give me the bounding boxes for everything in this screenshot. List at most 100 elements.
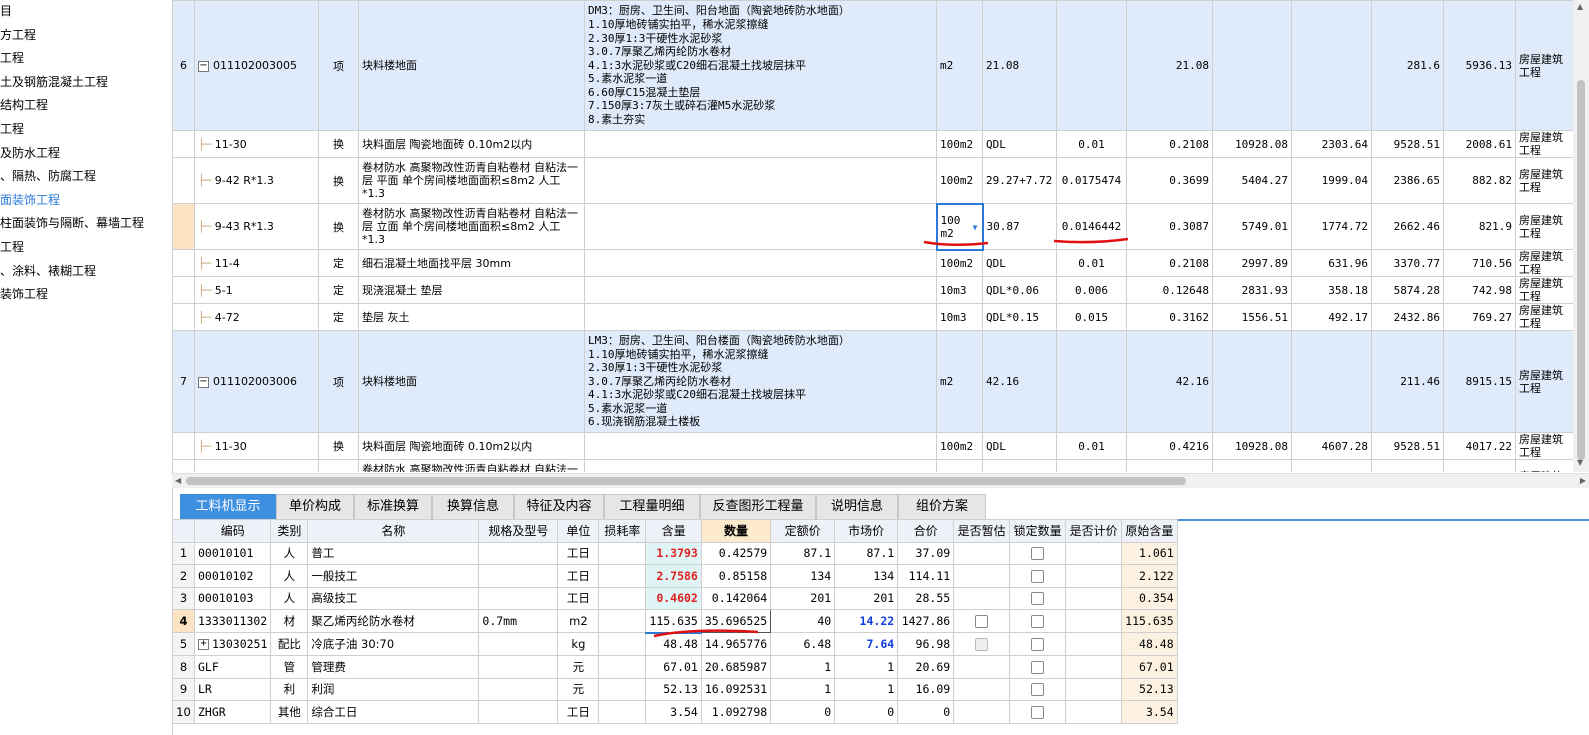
column-header[interactable]: 编码: [193, 519, 272, 543]
column-header[interactable]: 市场价: [834, 519, 899, 543]
quantity-value[interactable]: 1.092798: [700, 700, 772, 724]
quantity-expression[interactable]: 60.59+16.4: [982, 459, 1057, 472]
checkbox-icon[interactable]: [1031, 592, 1045, 606]
content-coefficient[interactable]: [1056, 330, 1127, 433]
item-unit[interactable]: 100m2: [936, 459, 983, 472]
is-priced[interactable]: [1065, 564, 1123, 588]
quantity-expression[interactable]: QDL: [982, 249, 1057, 277]
market-price[interactable]: 87.1: [834, 541, 899, 565]
checkbox-icon[interactable]: [975, 615, 989, 628]
checkbox-icon[interactable]: [1031, 547, 1045, 561]
content-coefficient[interactable]: 0.0182614: [1056, 459, 1127, 472]
is-provisional-checkbox[interactable]: [953, 586, 1011, 610]
resource-code[interactable]: 00010103: [193, 586, 272, 610]
content-value[interactable]: 2.7586: [645, 564, 702, 588]
bill-item-row[interactable]: 6−011102003005 项块料楼地面 DM3：厨房、卫生间、阳台地面（陶瓷地砖…: [172, 0, 1576, 131]
quota-row[interactable]: ├─ 9-43 R*1.3 换卷材防水 高聚物改性沥青自粘卷材 自粘法一层 立面 …: [172, 202, 1576, 251]
market-price[interactable]: 0: [834, 700, 899, 724]
is-priced[interactable]: [1065, 541, 1123, 565]
lock-quantity-checkbox[interactable]: [1009, 541, 1067, 565]
is-priced[interactable]: [1065, 700, 1123, 724]
tree-item[interactable]: 面装饰工程: [0, 189, 172, 213]
resource-code[interactable]: ZHGR: [193, 700, 272, 724]
column-header[interactable]: 是否计价: [1065, 519, 1123, 543]
resource-name[interactable]: 聚乙烯丙纶防水卷材: [307, 609, 480, 633]
resource-row[interactable]: 9 LR 利利润元 52.13 16.092531 1 1 16.09 52.13: [172, 677, 1178, 701]
lock-quantity-checkbox[interactable]: [1009, 586, 1067, 610]
resource-row[interactable]: 1 00010101 人普工 工日 1.3793 0.42579 87.1 87.1 37.09…: [172, 541, 1178, 565]
row-number[interactable]: 3: [172, 586, 195, 610]
item-unit[interactable]: m2: [936, 330, 983, 433]
loss-rate[interactable]: [598, 564, 647, 588]
content-value[interactable]: 115.635: [645, 609, 702, 634]
item-unit[interactable]: m2: [936, 0, 983, 131]
content-coefficient[interactable]: 0.0146442: [1056, 203, 1127, 250]
item-unit[interactable]: 100m2: [936, 432, 983, 460]
loss-rate[interactable]: [598, 609, 647, 633]
checkbox-icon[interactable]: [1031, 660, 1045, 674]
loss-rate[interactable]: [598, 655, 647, 679]
resource-spec[interactable]: [478, 541, 559, 565]
market-price[interactable]: 134: [834, 564, 899, 588]
lock-quantity-checkbox[interactable]: [1009, 677, 1067, 701]
vertical-scroll-thumb[interactable]: [1577, 80, 1585, 460]
content-value[interactable]: 52.13: [645, 677, 702, 701]
tree-item[interactable]: 工程: [0, 118, 172, 142]
tab-1[interactable]: 单价构成: [276, 494, 354, 519]
tab-5[interactable]: 工程量明细: [604, 494, 700, 519]
market-price[interactable]: 201: [834, 586, 899, 610]
item-unit[interactable]: 10m3: [936, 276, 983, 304]
item-name[interactable]: 卷材防水 高聚物改性沥青自粘卷材 自粘法一层 平面 单个房间楼地面面积≤8m2 …: [358, 157, 585, 204]
resource-code[interactable]: 1333011302: [193, 609, 272, 633]
horizontal-scroll-thumb[interactable]: [186, 477, 1186, 485]
item-unit[interactable]: 100m2: [936, 249, 983, 277]
column-header[interactable]: 是否暂估: [953, 519, 1011, 543]
collapse-icon[interactable]: −: [198, 60, 209, 72]
quantity-expression[interactable]: QDL: [982, 432, 1057, 460]
resource-name[interactable]: 一般技工: [307, 564, 480, 588]
item-name[interactable]: 块料楼地面: [358, 0, 585, 131]
quota-row[interactable]: ├─ 11-4 定细石混凝土地面找平层 30mm 100m2 QDL 0.01 0.210…: [172, 249, 1576, 277]
resource-name[interactable]: 利润: [307, 677, 480, 701]
resource-row[interactable]: 5 +13030251 配比 冷底子油 30:70 kg 48.48 14.965776 6.…: [172, 632, 1178, 656]
resource-row[interactable]: 2 00010102 人一般技工 工日 2.7586 0.85158 134 134 114.1…: [172, 564, 1178, 588]
expand-icon[interactable]: +: [198, 639, 209, 650]
collapse-icon[interactable]: −: [198, 376, 209, 388]
content-value[interactable]: 1.3793: [645, 541, 702, 565]
tree-item[interactable]: 土及钢筋混凝土工程: [0, 71, 172, 95]
lock-quantity-checkbox[interactable]: [1009, 609, 1067, 633]
quantity-value[interactable]: 16.092531: [700, 677, 772, 701]
quantity-expression[interactable]: QDL: [982, 130, 1057, 158]
column-header[interactable]: 合价: [897, 519, 955, 543]
checkbox-icon[interactable]: [1031, 705, 1045, 719]
is-priced[interactable]: [1065, 655, 1123, 679]
is-priced[interactable]: [1065, 609, 1123, 633]
tree-item[interactable]: 结构工程: [0, 94, 172, 118]
resource-name[interactable]: 综合工日: [307, 700, 480, 724]
item-name[interactable]: 卷材防水 高聚物改性沥青自粘卷材 自粘法一层 立面 单个房间楼地面面积≤8m2 …: [358, 203, 585, 250]
content-value[interactable]: 0.4602: [645, 586, 702, 610]
content-value[interactable]: 67.01: [645, 655, 702, 679]
loss-rate[interactable]: [598, 541, 647, 565]
content-coefficient[interactable]: 0.01: [1056, 130, 1127, 158]
quota-row[interactable]: ├─ 5-1 定现浇混凝土 垫层 10m3 QDL*0.06 0.006 0.12648 2…: [172, 276, 1576, 304]
dropdown-arrow-icon[interactable]: ▼: [973, 221, 978, 234]
quantity-value[interactable]: 20.685987: [700, 655, 772, 679]
resource-row[interactable]: 4 1333011302 材聚乙烯丙纶防水卷材 0.7mm m2 115.635 35.69…: [172, 609, 1178, 634]
item-unit[interactable]: 100 m2 ▼: [935, 202, 984, 251]
row-number[interactable]: 2: [172, 564, 195, 588]
tab-8[interactable]: 组价方案: [898, 494, 986, 519]
item-name[interactable]: 块料面层 陶瓷地面砖 0.10m2以内: [358, 432, 585, 460]
resource-spec[interactable]: [478, 655, 559, 679]
column-header[interactable]: 数量: [700, 519, 772, 543]
tree-item[interactable]: 、隔热、防腐工程: [0, 165, 172, 189]
item-name[interactable]: 垫层 灰土: [358, 303, 585, 331]
item-unit[interactable]: 100m2: [936, 130, 983, 158]
quota-row[interactable]: ├─ 11-30 换块料面层 陶瓷地面砖 0.10m2以内 100m2 QDL 0.01…: [172, 130, 1576, 158]
is-provisional-checkbox[interactable]: [953, 632, 1011, 656]
tab-3[interactable]: 换算信息: [432, 494, 514, 519]
content-coefficient[interactable]: 0.015: [1056, 303, 1127, 331]
resource-row[interactable]: 8 GLF 管管理费元 67.01 20.685987 1 1 20.69 67.01: [172, 655, 1178, 679]
quantity-expression[interactable]: 42.16: [982, 330, 1057, 433]
item-name[interactable]: 细石混凝土地面找平层 30mm: [358, 249, 585, 277]
